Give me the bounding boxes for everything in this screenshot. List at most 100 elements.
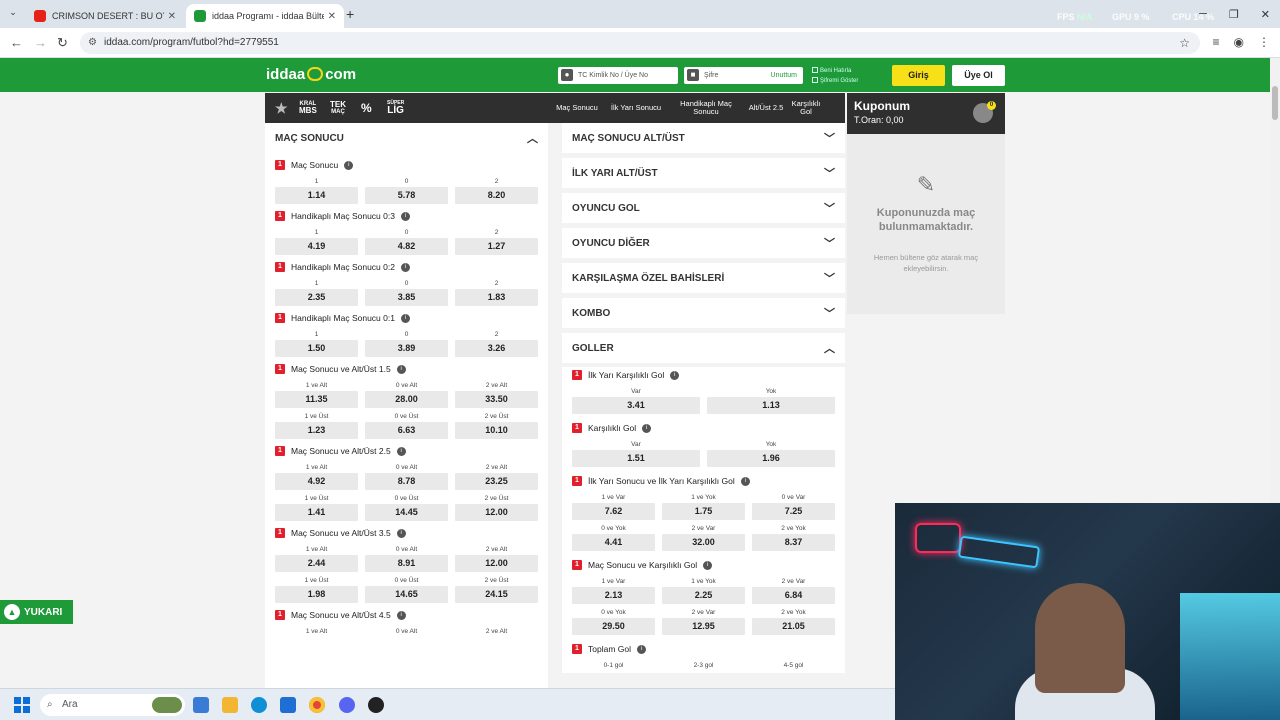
menu-kebab-icon[interactable]: ⋮	[1258, 35, 1270, 49]
section-header-goller[interactable]: GOLLER ︿	[562, 333, 845, 363]
odds-button[interactable]: 8.37	[752, 534, 835, 551]
section-header-collapsed[interactable]: İLK YARI ALT/ÜST ﹀	[562, 158, 845, 188]
info-icon[interactable]: i	[396, 528, 406, 538]
info-icon[interactable]: i	[400, 262, 410, 272]
odds-button[interactable]: 14.65	[365, 586, 448, 603]
forward-icon[interactable]: →	[34, 35, 47, 50]
info-icon[interactable]: i	[400, 211, 410, 221]
odds-button[interactable]: 23.25	[455, 473, 538, 490]
odds-button[interactable]: 1.50	[275, 340, 358, 357]
file-explorer-icon[interactable]	[222, 697, 238, 713]
odds-button[interactable]: 3.26	[455, 340, 538, 357]
info-icon[interactable]: i	[396, 610, 406, 620]
store-icon[interactable]	[280, 697, 296, 713]
odds-button[interactable]: 4.92	[275, 473, 358, 490]
section-header-collapsed[interactable]: KARŞILAŞMA ÖZEL BAHİSLERİ ﹀	[562, 263, 845, 293]
windows-start-icon[interactable]	[14, 697, 30, 713]
odds-button[interactable]: 8.20	[455, 187, 538, 204]
site-info-icon[interactable]: ⚙	[88, 32, 97, 54]
odds-button[interactable]: 4.19	[275, 238, 358, 255]
odds-button[interactable]: 1.23	[275, 422, 358, 439]
widget-icon[interactable]	[152, 697, 182, 713]
nav-percent[interactable]: %	[361, 93, 372, 123]
info-icon[interactable]: i	[400, 313, 410, 323]
tab-search-icon[interactable]: ⌄	[6, 7, 20, 21]
login-button[interactable]: Giriş	[892, 65, 945, 86]
odds-button[interactable]: 4.41	[572, 534, 655, 551]
minimize-icon[interactable]: ─	[1199, 8, 1207, 21]
reading-list-icon[interactable]: ≡	[1213, 35, 1220, 49]
nav-kral-mbs[interactable]: KRAL MBS	[299, 93, 317, 123]
section-header-collapsed[interactable]: OYUNCU GOL ﹀	[562, 193, 845, 223]
password-input[interactable]: ■ Şifre Unuttum	[684, 67, 803, 84]
odds-button[interactable]: 11.35	[275, 391, 358, 408]
bookmark-star-icon[interactable]: ☆	[1179, 32, 1190, 54]
odds-button[interactable]: 32.00	[662, 534, 745, 551]
odds-button[interactable]: 12.00	[455, 555, 538, 572]
odds-button[interactable]: 1.27	[455, 238, 538, 255]
section-header-mac-sonucu[interactable]: MAÇ SONUCU ︿	[265, 123, 548, 153]
odds-button[interactable]: 3.85	[365, 289, 448, 306]
forgot-password-link[interactable]: Unuttum	[771, 67, 797, 84]
info-icon[interactable]: i	[642, 423, 652, 433]
odds-button[interactable]: 1.51	[572, 450, 700, 467]
url-field[interactable]: ⚙ iddaa.com/program/futbol?hd=2779551 ☆	[80, 32, 1200, 54]
edge-icon[interactable]	[251, 697, 267, 713]
tc-no-input[interactable]: ● TC Kimlik No / Üye No	[558, 67, 678, 84]
info-icon[interactable]: i	[344, 160, 354, 170]
section-header-collapsed[interactable]: KOMBO ﹀	[562, 298, 845, 328]
odds-button[interactable]: 14.45	[365, 504, 448, 521]
section-header-collapsed[interactable]: MAÇ SONUCU ALT/ÜST ﹀	[562, 123, 845, 153]
section-header-collapsed[interactable]: OYUNCU DİĞER ﹀	[562, 228, 845, 258]
nav-super-lig[interactable]: SÜPER LİG	[387, 93, 404, 123]
odds-button[interactable]: 12.95	[662, 618, 745, 635]
browser-tab-crimson[interactable]: CRIMSON DESERT : BU OYUN S ✕	[26, 4, 184, 28]
show-password-checkbox[interactable]: Şifremi Göster	[812, 77, 858, 84]
info-icon[interactable]: i	[396, 446, 406, 456]
nav-handikapli[interactable]: Handikaplı Maç Sonucu	[673, 93, 739, 123]
register-button[interactable]: Üye Ol	[952, 65, 1005, 86]
info-icon[interactable]: i	[670, 370, 680, 380]
odds-button[interactable]: 1.75	[662, 503, 745, 520]
odds-button[interactable]: 12.00	[455, 504, 538, 521]
odds-button[interactable]: 21.05	[752, 618, 835, 635]
odds-button[interactable]: 6.63	[365, 422, 448, 439]
odds-button[interactable]: 29.50	[572, 618, 655, 635]
odds-button[interactable]: 10.10	[455, 422, 538, 439]
odds-button[interactable]: 28.00	[365, 391, 448, 408]
odds-button[interactable]: 33.50	[455, 391, 538, 408]
odds-button[interactable]: 2.25	[662, 587, 745, 604]
nav-ilk-yari-sonucu[interactable]: İlk Yarı Sonucu	[607, 93, 665, 123]
new-tab-icon[interactable]: +	[346, 6, 354, 22]
odds-button[interactable]: 1.96	[707, 450, 835, 467]
nav-karsilikli-gol[interactable]: Karşılıklı Gol	[789, 93, 823, 123]
copilot-icon[interactable]	[193, 697, 209, 713]
back-icon[interactable]: ←	[10, 35, 23, 50]
odds-button[interactable]: 4.82	[365, 238, 448, 255]
odds-button[interactable]: 1.14	[275, 187, 358, 204]
odds-button[interactable]: 2.35	[275, 289, 358, 306]
nav-mac-sonucu[interactable]: Maç Sonucu	[552, 93, 602, 123]
browser-tab-iddaa[interactable]: iddaa Programı - iddaa Bülteni ✕	[186, 4, 344, 28]
odds-button[interactable]: 1.98	[275, 586, 358, 603]
odds-button[interactable]: 1.83	[455, 289, 538, 306]
odds-button[interactable]: 24.15	[455, 586, 538, 603]
close-window-icon[interactable]: ✕	[1261, 8, 1270, 21]
remember-me-checkbox[interactable]: Beni Hatırla	[812, 67, 851, 74]
odds-button[interactable]: 1.41	[275, 504, 358, 521]
odds-button[interactable]: 1.13	[707, 397, 835, 414]
odds-button[interactable]: 3.89	[365, 340, 448, 357]
odds-button[interactable]: 7.25	[752, 503, 835, 520]
info-icon[interactable]: i	[396, 364, 406, 374]
odds-button[interactable]: 3.41	[572, 397, 700, 414]
iddaa-logo[interactable]: iddaa com	[266, 66, 356, 83]
odds-button[interactable]: 6.84	[752, 587, 835, 604]
odds-button[interactable]: 2.44	[275, 555, 358, 572]
nav-alt-ust[interactable]: Alt/Üst 2.5	[744, 93, 788, 123]
close-tab-icon[interactable]: ✕	[168, 11, 176, 22]
odds-button[interactable]: 2.13	[572, 587, 655, 604]
favorite-star-icon[interactable]: ★	[275, 93, 288, 123]
reload-icon[interactable]: ↻	[57, 35, 68, 51]
close-tab-icon[interactable]: ✕	[328, 11, 336, 22]
odds-button[interactable]: 5.78	[365, 187, 448, 204]
